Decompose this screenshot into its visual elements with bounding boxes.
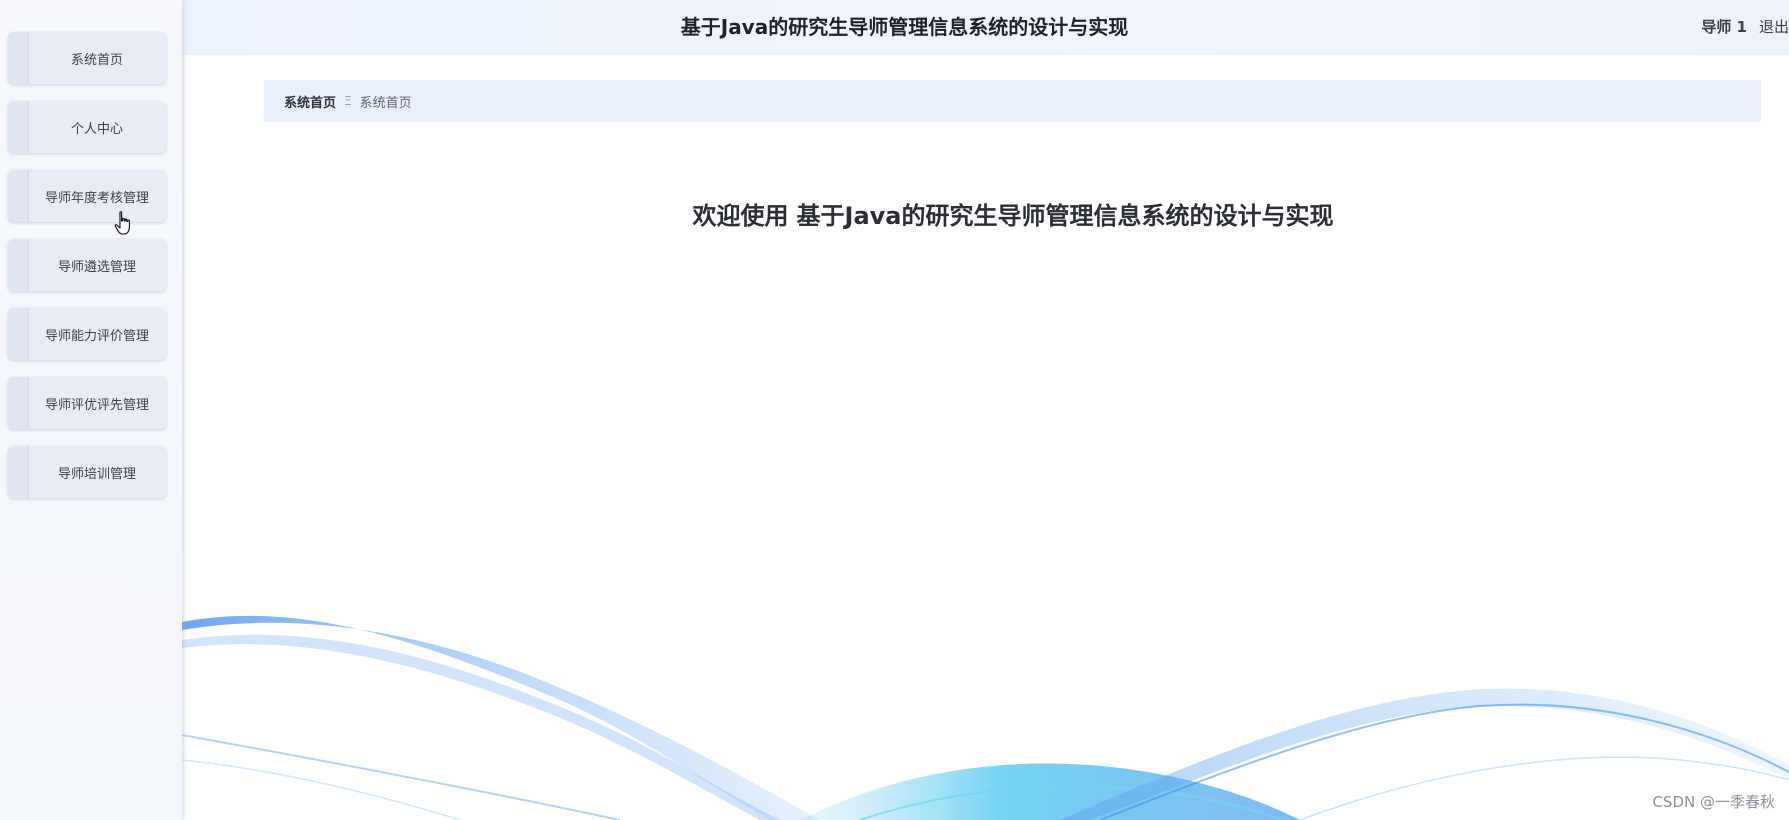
app-title: 基于Java的研究生导师管理信息系统的设计与实现 [680, 15, 1129, 39]
sidebar-item-label: 个人中心 [70, 121, 123, 137]
sidebar-item-label: 导师能力评价管理 [44, 328, 149, 344]
sidebar-item-label: 导师遴选管理 [57, 259, 136, 275]
welcome-title: 基于Java的研究生导师管理信息系统的设计与实现 [796, 202, 1334, 230]
welcome-heading: 欢迎使用 基于Java的研究生导师管理信息系统的设计与实现 [182, 196, 1789, 231]
welcome-prefix: 欢迎使用 [692, 202, 789, 230]
sidebar-item-excellence-awards[interactable]: 导师评优评先管理 [8, 377, 166, 429]
sidebar-item-label: 导师年度考核管理 [44, 190, 149, 206]
sidebar-item-personal-center[interactable]: 个人中心 [8, 101, 166, 153]
sidebar-item-ability-evaluation[interactable]: 导师能力评价管理 [8, 308, 166, 360]
sidebar-item-selection[interactable]: 导师遴选管理 [8, 239, 166, 291]
logout-button[interactable]: 退出 [1759, 0, 1789, 55]
breadcrumb: 系统首页 Ξ 系统首页 [264, 80, 1761, 122]
menu-lines-icon: Ξ [344, 94, 352, 108]
sidebar-item-label: 导师评优评先管理 [44, 397, 149, 413]
wave-background [181, 615, 1789, 820]
menu-item-accent [8, 170, 29, 222]
top-header: 基于Java的研究生导师管理信息系统的设计与实现 导师 1 退出 [182, 0, 1789, 55]
menu-item-accent [8, 101, 29, 153]
hand-pointer-icon [114, 211, 130, 235]
breadcrumb-home-link[interactable]: 系统首页 [284, 92, 336, 111]
sidebar: 系统首页 个人中心 导师年度考核管理 导师遴选管理 导师能力评价管理 导师评优评… [0, 0, 182, 820]
menu-item-accent [8, 377, 29, 429]
current-user: 导师 1 [1701, 18, 1747, 36]
sidebar-item-label: 导师培训管理 [57, 466, 136, 482]
sidebar-item-annual-assessment[interactable]: 导师年度考核管理 [8, 170, 166, 222]
watermark: CSDN @一季春秋 [1652, 793, 1775, 811]
breadcrumb-current: 系统首页 [359, 95, 412, 111]
menu-item-accent [8, 446, 29, 498]
menu-item-accent [8, 308, 29, 360]
app-window: 系统首页 个人中心 导师年度考核管理 导师遴选管理 导师能力评价管理 导师评优评… [0, 0, 1789, 820]
menu-item-accent [8, 239, 29, 291]
sidebar-item-training[interactable]: 导师培训管理 [8, 446, 166, 498]
sidebar-item-home[interactable]: 系统首页 [8, 32, 166, 84]
menu-item-accent [8, 32, 29, 84]
sidebar-item-label: 系统首页 [70, 52, 123, 68]
